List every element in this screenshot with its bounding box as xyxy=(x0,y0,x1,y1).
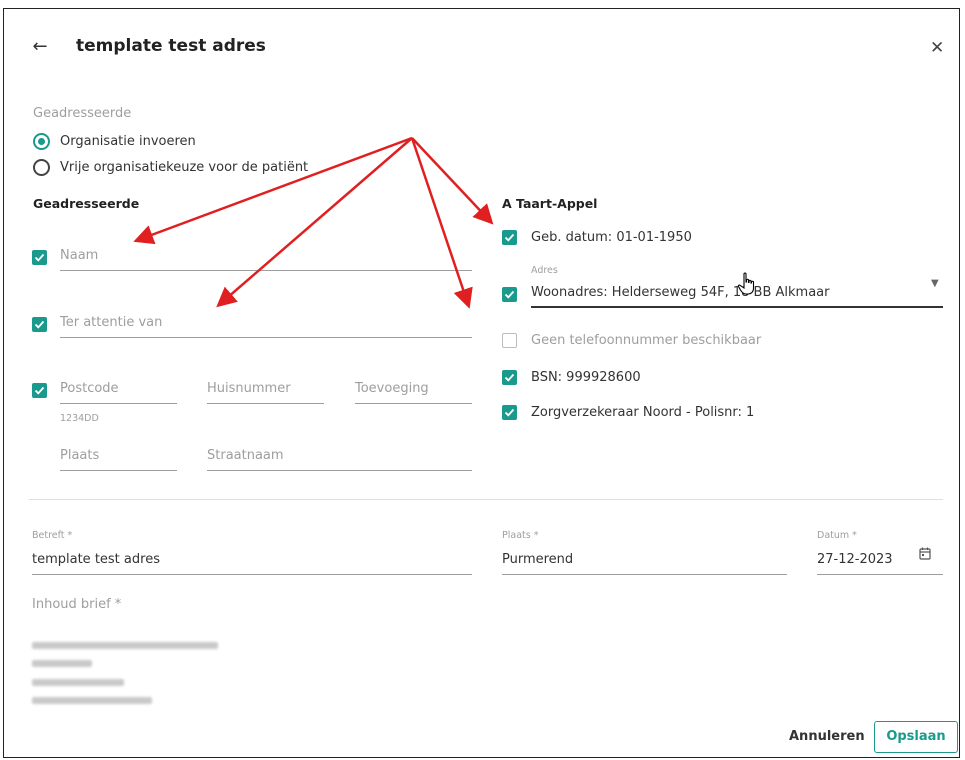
adres-select-label: Adres xyxy=(531,265,558,276)
straatnaam-underline xyxy=(207,470,472,471)
datum-input[interactable]: 27-12-2023 xyxy=(817,552,893,567)
postcode-input[interactable]: Postcode xyxy=(60,381,119,396)
close-icon[interactable]: ✕ xyxy=(930,38,944,58)
huisnummer-input[interactable]: Huisnummer xyxy=(207,381,291,396)
plaats-input[interactable]: Plaats xyxy=(60,448,99,463)
toevoeging-underline xyxy=(355,403,472,404)
betreft-label: Betreft * xyxy=(32,530,73,541)
radio-vrije-organisatiekeuze[interactable]: Vrije organisatiekeuze voor de patiënt xyxy=(33,158,363,180)
hand-cursor-icon xyxy=(737,272,755,295)
radio-label: Organisatie invoeren xyxy=(60,134,196,149)
naam-underline xyxy=(60,270,472,271)
radio-unselected-icon[interactable] xyxy=(33,159,50,176)
zorgverzekeraar-checkbox[interactable] xyxy=(502,405,517,420)
plaats-bottom-label: Plaats * xyxy=(502,530,539,541)
letter-content-line xyxy=(32,679,124,686)
datum-label: Datum * xyxy=(817,530,857,541)
telefoon-label: Geen telefoonnummer beschikbaar xyxy=(531,333,762,348)
chevron-down-icon[interactable]: ▼ xyxy=(931,278,939,289)
save-button[interactable]: Opslaan xyxy=(874,721,958,753)
plaats-underline xyxy=(60,470,177,471)
straatnaam-input[interactable]: Straatnaam xyxy=(207,448,284,463)
betreft-underline xyxy=(32,574,472,575)
naam-checkbox[interactable] xyxy=(32,250,47,265)
bsn-checkbox[interactable] xyxy=(502,370,517,385)
betreft-input[interactable]: template test adres xyxy=(32,552,160,567)
adres-select-underline xyxy=(531,306,943,308)
ter-attentie-input[interactable]: Ter attentie van xyxy=(60,315,162,330)
geb-datum-label: Geb. datum: 01-01-1950 xyxy=(531,230,692,245)
radio-organisatie-invoeren[interactable]: Organisatie invoeren xyxy=(33,132,333,154)
arrow-left-icon[interactable]: ← xyxy=(30,36,50,57)
patient-name-heading: A Taart-Appel xyxy=(502,196,598,211)
calendar-icon[interactable] xyxy=(919,547,931,560)
letter-content-line xyxy=(32,697,152,704)
plaats-bottom-underline xyxy=(502,574,787,575)
zorgverzekeraar-label: Zorgverzekeraar Noord - Polisnr: 1 xyxy=(531,405,755,420)
cancel-button[interactable]: Annuleren xyxy=(789,729,865,744)
dialog-title: template test adres xyxy=(76,36,266,56)
adres-checkbox[interactable] xyxy=(32,383,47,398)
geadresseerde-heading: Geadresseerde xyxy=(33,196,140,211)
bsn-label: BSN: 999928600 xyxy=(531,370,641,385)
inhoud-brief-label: Inhoud brief * xyxy=(32,597,122,612)
postcode-hint: 1234DD xyxy=(60,413,99,424)
letter-content-line xyxy=(32,660,92,667)
telefoon-checkbox[interactable] xyxy=(502,333,517,348)
toevoeging-input[interactable]: Toevoeging xyxy=(355,381,429,396)
naam-input[interactable]: Naam xyxy=(60,248,98,263)
ter-attentie-checkbox[interactable] xyxy=(32,317,47,332)
radio-selected-icon[interactable] xyxy=(33,133,50,150)
radio-label: Vrije organisatiekeuze voor de patiënt xyxy=(60,160,309,175)
adres-select[interactable]: Woonadres: Helderseweg 54F, 18 BB Alkmaa… xyxy=(531,285,911,300)
postcode-underline xyxy=(60,403,177,404)
geb-datum-checkbox[interactable] xyxy=(502,230,517,245)
datum-underline xyxy=(817,574,943,575)
huisnummer-underline xyxy=(207,403,324,404)
section-divider xyxy=(29,499,943,500)
letter-content-line xyxy=(32,642,218,649)
addressee-type-label: Geadresseerde xyxy=(33,106,132,121)
ter-attentie-underline xyxy=(60,337,472,338)
plaats-bottom-input[interactable]: Purmerend xyxy=(502,552,573,567)
woonadres-checkbox[interactable] xyxy=(502,287,517,302)
